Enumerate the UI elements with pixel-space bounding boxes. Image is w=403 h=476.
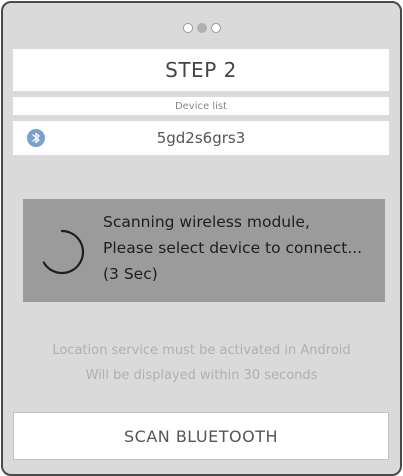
display-timing-notice: Will be displayed within 30 seconds	[85, 368, 318, 383]
device-name: 5gd2s6grs3	[156, 129, 246, 147]
step-title: STEP 2	[13, 49, 389, 91]
step-indicator	[3, 23, 400, 33]
scanning-status-panel: Scanning wireless module, Please select …	[23, 199, 385, 302]
step-dot-3	[210, 23, 221, 33]
scan-message: Scanning wireless module, Please select …	[103, 209, 381, 287]
device-list-item[interactable]: 5gd2s6grs3	[13, 121, 389, 155]
scan-message-line-1: Scanning wireless module,	[103, 213, 310, 231]
scan-countdown: (3 Sec)	[103, 265, 158, 283]
step-dot-1	[182, 23, 193, 33]
scan-bluetooth-button[interactable]: SCAN BLUETOOTH	[13, 412, 389, 460]
device-list-header: Device list	[13, 97, 389, 115]
step-dot-2-active	[196, 23, 207, 33]
location-service-notice: Location service must be activated in An…	[52, 343, 351, 358]
app-frame: STEP 2 Device list 5gd2s6grs3 Scanning w…	[1, 1, 402, 476]
spinner-icon	[42, 229, 85, 275]
scan-message-line-2: Please select device to connect...	[103, 239, 363, 257]
